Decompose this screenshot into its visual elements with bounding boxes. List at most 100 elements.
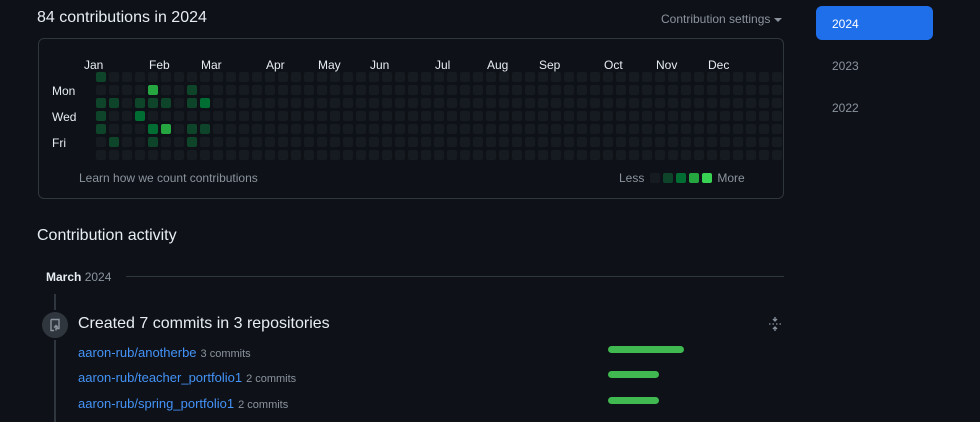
contribution-cell[interactable] [121,149,133,161]
contribution-cell[interactable] [459,149,471,161]
contribution-cell[interactable] [355,123,367,135]
contribution-cell[interactable] [472,84,484,96]
contribution-cell[interactable] [329,123,341,135]
contribution-cell[interactable] [238,71,250,83]
contribution-cell[interactable] [615,71,627,83]
contribution-cell[interactable] [706,84,718,96]
contribution-cell[interactable] [771,97,783,109]
contribution-cell[interactable] [576,149,588,161]
contribution-cell[interactable] [394,136,406,148]
contribution-cell[interactable] [199,84,211,96]
contribution-cell[interactable] [706,71,718,83]
contribution-cell[interactable] [381,136,393,148]
contribution-cell[interactable] [667,136,679,148]
contribution-cell[interactable] [732,97,744,109]
contribution-cell[interactable] [160,110,172,122]
contribution-cell[interactable] [290,84,302,96]
contribution-cell[interactable] [95,97,107,109]
contribution-cell[interactable] [498,110,510,122]
contribution-cell[interactable] [407,84,419,96]
contribution-cell[interactable] [173,136,185,148]
contribution-cell[interactable] [186,136,198,148]
contribution-cell[interactable] [173,71,185,83]
contribution-cell[interactable] [420,84,432,96]
contribution-cell[interactable] [225,136,237,148]
contribution-cell[interactable] [628,136,640,148]
contribution-cell[interactable] [693,71,705,83]
contribution-cell[interactable] [342,149,354,161]
contribution-cell[interactable] [407,71,419,83]
contribution-cell[interactable] [602,84,614,96]
contribution-cell[interactable] [446,123,458,135]
contribution-cell[interactable] [654,149,666,161]
contribution-cell[interactable] [212,136,224,148]
contribution-cell[interactable] [589,71,601,83]
contribution-cell[interactable] [394,71,406,83]
contribution-cell[interactable] [251,149,263,161]
contribution-cell[interactable] [459,123,471,135]
contribution-cell[interactable] [680,97,692,109]
contribution-cell[interactable] [446,97,458,109]
contribution-cell[interactable] [407,149,419,161]
contribution-settings-dropdown[interactable]: Contribution settings [661,12,783,26]
contribution-cell[interactable] [407,136,419,148]
contribution-cell[interactable] [485,136,497,148]
contribution-cell[interactable] [745,149,757,161]
contribution-cell[interactable] [524,136,536,148]
contribution-cell[interactable] [498,149,510,161]
contribution-cell[interactable] [225,84,237,96]
contribution-cell[interactable] [368,84,380,96]
contribution-cell[interactable] [745,110,757,122]
contribution-cell[interactable] [459,110,471,122]
contribution-cell[interactable] [576,136,588,148]
contribution-cell[interactable] [368,110,380,122]
contribution-cell[interactable] [719,97,731,109]
contribution-cell[interactable] [537,97,549,109]
contribution-cell[interactable] [186,149,198,161]
contribution-cell[interactable] [355,136,367,148]
contribution-cell[interactable] [147,123,159,135]
contribution-cell[interactable] [576,71,588,83]
contribution-cell[interactable] [654,136,666,148]
contribution-cell[interactable] [511,123,523,135]
contribution-cell[interactable] [537,110,549,122]
contribution-cell[interactable] [550,149,562,161]
contribution-cell[interactable] [732,84,744,96]
contribution-cell[interactable] [498,136,510,148]
contribution-cell[interactable] [563,71,575,83]
contribution-cell[interactable] [186,84,198,96]
contribution-cell[interactable] [303,110,315,122]
contribution-cell[interactable] [303,97,315,109]
contribution-cell[interactable] [498,71,510,83]
contribution-cell[interactable] [693,149,705,161]
contribution-cell[interactable] [511,149,523,161]
contribution-cell[interactable] [459,84,471,96]
contribution-cell[interactable] [251,71,263,83]
contribution-cell[interactable] [199,149,211,161]
contribution-cell[interactable] [381,84,393,96]
contribution-cell[interactable] [654,110,666,122]
contribution-cell[interactable] [355,84,367,96]
contribution-cell[interactable] [290,110,302,122]
contribution-cell[interactable] [459,136,471,148]
contribution-cell[interactable] [641,110,653,122]
contribution-cell[interactable] [589,149,601,161]
contribution-cell[interactable] [121,97,133,109]
contribution-cell[interactable] [628,97,640,109]
contribution-cell[interactable] [368,136,380,148]
contribution-cell[interactable] [667,71,679,83]
contribution-cell[interactable] [394,149,406,161]
contribution-cell[interactable] [459,71,471,83]
contribution-cell[interactable] [693,84,705,96]
contribution-cell[interactable] [381,97,393,109]
contribution-cell[interactable] [316,123,328,135]
contribution-cell[interactable] [160,71,172,83]
contribution-cell[interactable] [433,71,445,83]
contribution-cell[interactable] [446,149,458,161]
contribution-cell[interactable] [238,110,250,122]
contribution-cell[interactable] [719,71,731,83]
contribution-cell[interactable] [589,110,601,122]
contribution-cell[interactable] [95,123,107,135]
contribution-cell[interactable] [108,136,120,148]
contribution-cell[interactable] [485,84,497,96]
